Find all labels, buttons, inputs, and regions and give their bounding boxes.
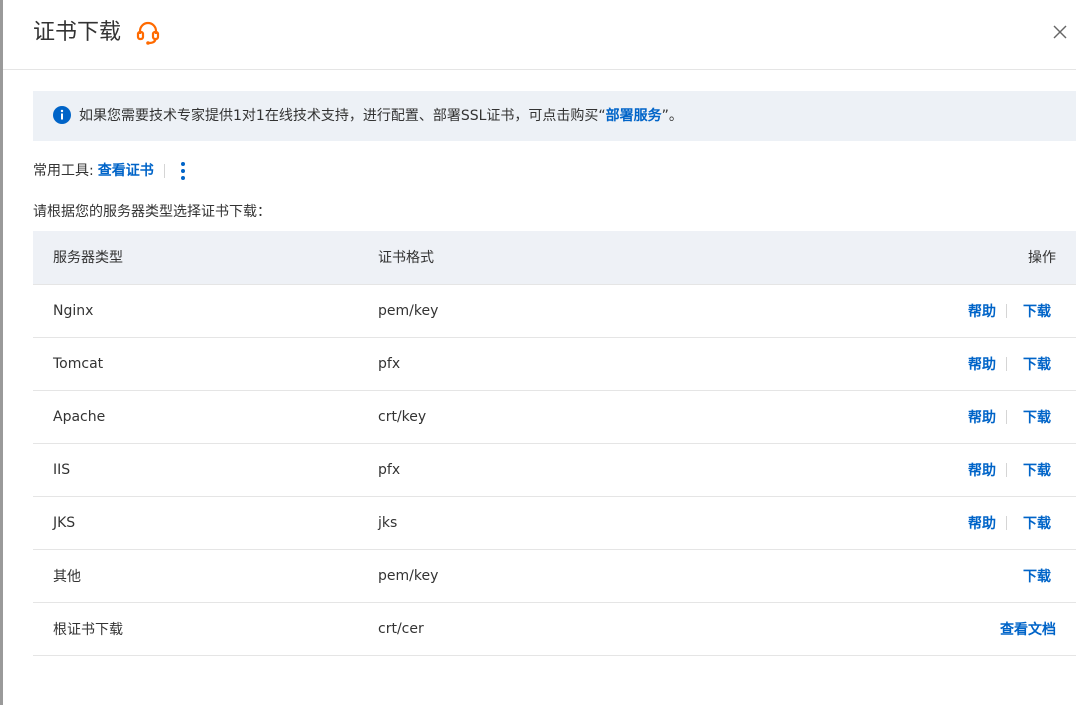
server-type-cell: Apache: [53, 408, 106, 425]
header-cert-format: 证书格式: [378, 250, 434, 267]
server-type-table: 服务器类型 证书格式 操作 Nginx pem/key 帮助 下载 Tomcat …: [33, 231, 1076, 656]
info-icon: [53, 106, 71, 124]
download-link[interactable]: 下载: [1023, 354, 1051, 374]
view-certificate-link[interactable]: 查看证书: [98, 163, 154, 179]
help-link[interactable]: 帮助: [968, 301, 996, 321]
notice-text: 如果您需要技术专家提供1对1在线技术支持，进行配置、部署SSL证书，可点击购买“…: [79, 106, 683, 126]
action-cell: 帮助 下载: [878, 443, 1076, 496]
table-row: Tomcat pfx 帮助 下载: [33, 337, 1076, 390]
table-header-row: 服务器类型 证书格式 操作: [33, 231, 1076, 284]
server-type-cell: Nginx: [53, 302, 94, 319]
action-cell: 查看文档: [878, 602, 1076, 655]
action-divider: [1006, 303, 1007, 318]
table-row: JKS jks 帮助 下载: [33, 496, 1076, 549]
download-link[interactable]: 下载: [1023, 460, 1051, 480]
view-docs-link[interactable]: 查看文档: [1000, 619, 1056, 639]
close-icon[interactable]: [1050, 22, 1070, 42]
server-type-cell: IIS: [53, 461, 71, 478]
dialog-title: 证书下载: [33, 20, 122, 45]
table-row: Nginx pem/key 帮助 下载: [33, 284, 1076, 337]
instruction-text: 请根据您的服务器类型选择证书下载：: [33, 204, 271, 220]
cert-format-cell: pfx: [378, 461, 401, 478]
server-type-cell: 根证书下载: [53, 621, 123, 638]
action-divider: [1006, 515, 1007, 530]
download-link[interactable]: 下载: [1023, 566, 1051, 586]
action-divider: [1006, 462, 1007, 477]
cert-format-cell: pem/key: [378, 302, 439, 319]
download-link[interactable]: 下载: [1023, 301, 1051, 321]
help-link[interactable]: 帮助: [968, 354, 996, 374]
tools-divider: [163, 164, 165, 178]
action-cell: 下载: [878, 549, 1076, 602]
more-vertical-icon[interactable]: [179, 160, 187, 182]
table-row: 其他 pem/key 下载: [33, 549, 1076, 602]
action-divider: [1006, 409, 1007, 424]
help-link[interactable]: 帮助: [968, 407, 996, 427]
table-row: IIS pfx 帮助 下载: [33, 443, 1076, 496]
table-row: 根证书下载 crt/cer 查看文档: [33, 602, 1076, 655]
common-tools: 常用工具: 查看证书: [33, 160, 187, 182]
action-cell: 帮助 下载: [878, 390, 1076, 443]
server-type-cell: JKS: [53, 514, 76, 531]
cert-format-cell: crt/key: [378, 408, 427, 425]
help-link[interactable]: 帮助: [968, 460, 996, 480]
help-link[interactable]: 帮助: [968, 513, 996, 533]
dialog-header: 证书下载: [3, 0, 1076, 70]
cert-format-cell: crt/cer: [378, 620, 424, 637]
action-cell: 帮助 下载: [878, 496, 1076, 549]
headset-support-icon[interactable]: [134, 19, 162, 47]
cert-format-cell: jks: [378, 514, 398, 531]
server-type-cell: 其他: [53, 568, 81, 585]
info-notice: 如果您需要技术专家提供1对1在线技术支持，进行配置、部署SSL证书，可点击购买“…: [33, 91, 1076, 141]
download-link[interactable]: 下载: [1023, 407, 1051, 427]
action-divider: [1006, 356, 1007, 371]
table-row: Apache crt/key 帮助 下载: [33, 390, 1076, 443]
header-action: 操作: [1028, 250, 1056, 267]
notice-text-before: 如果您需要技术专家提供1对1在线技术支持，进行配置、部署SSL证书，可点击购买“: [79, 108, 606, 124]
cert-format-cell: pem/key: [378, 567, 439, 584]
tools-label: 常用工具:: [33, 163, 94, 179]
action-cell: 帮助 下载: [878, 284, 1076, 337]
download-link[interactable]: 下载: [1023, 513, 1051, 533]
action-cell: 帮助 下载: [878, 337, 1076, 390]
certificate-download-dialog: 证书下载 如果您需要技术专家提供1对1在线技术支持，进行配置、部署SSL证书，可…: [3, 0, 1076, 705]
cert-format-cell: pfx: [378, 355, 401, 372]
deploy-service-link[interactable]: 部署服务: [606, 108, 662, 124]
notice-text-after: ”。: [661, 108, 683, 124]
header-server-type: 服务器类型: [53, 250, 123, 267]
server-type-cell: Tomcat: [53, 355, 104, 372]
